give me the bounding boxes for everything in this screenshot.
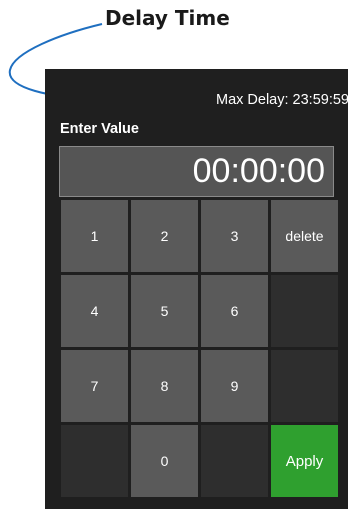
key-9[interactable]: 9 — [201, 350, 268, 422]
key-1[interactable]: 1 — [61, 200, 128, 272]
key-6[interactable]: 6 — [201, 275, 268, 347]
blank-key — [271, 350, 338, 422]
key-3[interactable]: 3 — [201, 200, 268, 272]
numeric-keypad: 1 2 3 delete 4 5 6 7 8 9 0 Apply — [61, 200, 338, 500]
blank-key — [201, 425, 268, 497]
blank-key — [271, 275, 338, 347]
enter-value-label: Enter Value — [60, 121, 139, 137]
max-delay-label: Max Delay: 23:59:59 — [216, 92, 349, 108]
key-0[interactable]: 0 — [131, 425, 198, 497]
key-5[interactable]: 5 — [131, 275, 198, 347]
blank-key — [61, 425, 128, 497]
apply-button[interactable]: Apply — [271, 425, 338, 497]
value-display[interactable]: 00:00:00 — [59, 146, 334, 197]
key-2[interactable]: 2 — [131, 200, 198, 272]
key-7[interactable]: 7 — [61, 350, 128, 422]
callout-label: Delay Time — [105, 6, 230, 30]
delete-button[interactable]: delete — [271, 200, 338, 272]
key-4[interactable]: 4 — [61, 275, 128, 347]
key-8[interactable]: 8 — [131, 350, 198, 422]
